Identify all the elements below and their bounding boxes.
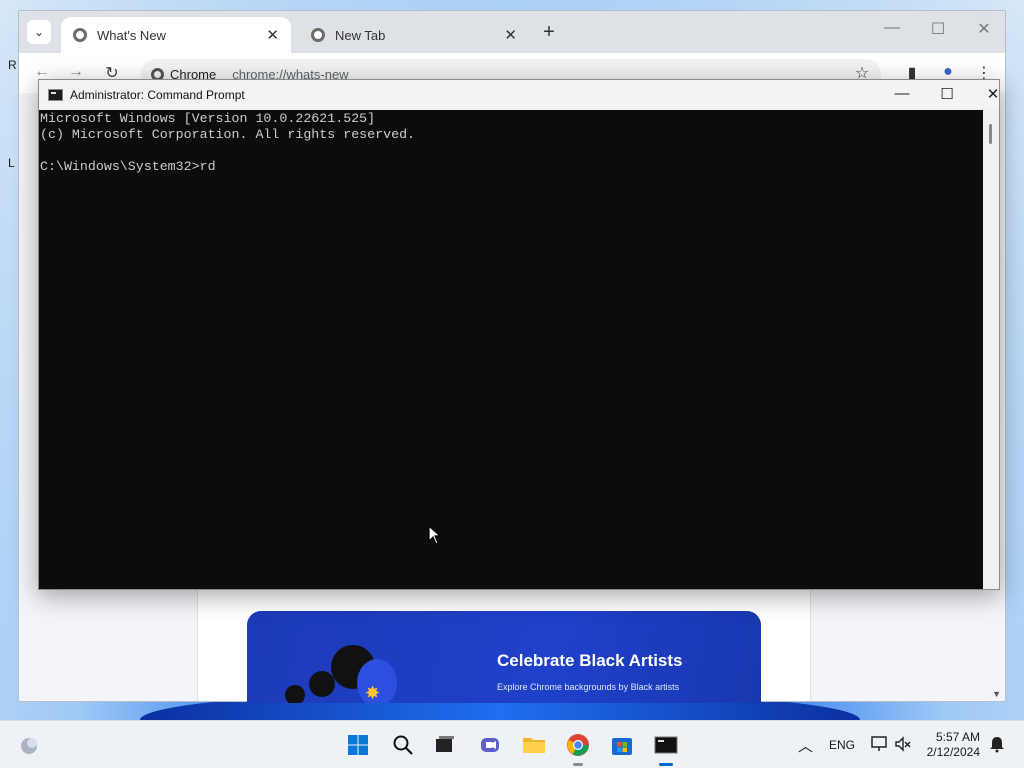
search-button[interactable] bbox=[390, 732, 416, 758]
terminal-icon bbox=[654, 736, 678, 754]
volume-muted-icon bbox=[895, 736, 911, 752]
chrome-icon bbox=[73, 28, 87, 42]
maximize-button[interactable]: ☐ bbox=[923, 19, 953, 39]
tab-label: What's New bbox=[97, 27, 166, 43]
clock-time: 5:57 AM bbox=[935, 730, 980, 744]
plus-icon: + bbox=[543, 21, 555, 43]
desktop-icon-label[interactable]: L bbox=[8, 156, 15, 170]
chrome-icon bbox=[567, 734, 589, 756]
chevron-up-icon: ︿ bbox=[798, 738, 814, 755]
arrow-left-icon: ← bbox=[34, 63, 50, 80]
cmd-window-title: Administrator: Command Prompt bbox=[70, 88, 245, 102]
scroll-down-arrow[interactable]: ▼ bbox=[992, 689, 1001, 699]
console-prompt-line: C:\Windows\System32>rd bbox=[40, 159, 216, 174]
store-button[interactable] bbox=[609, 732, 635, 758]
language-indicator[interactable]: ENG bbox=[829, 738, 855, 752]
tab-label: New Tab bbox=[335, 27, 386, 43]
show-hidden-icons-button[interactable]: ︿ bbox=[798, 735, 813, 756]
chat-icon bbox=[481, 738, 499, 752]
art-blob bbox=[285, 685, 305, 703]
close-icon: ✕ bbox=[986, 86, 1000, 103]
network-button[interactable] bbox=[870, 735, 888, 756]
tab-search-button[interactable]: ⌄ bbox=[27, 20, 51, 44]
promo-banner[interactable]: ✸ Celebrate Black Artists Explore Chrome… bbox=[247, 611, 761, 703]
cmd-maximize-button[interactable]: ☐ bbox=[932, 85, 962, 103]
tab-strip: ⌄ What's New ✕ New Tab ✕ + — ☐ ✕ bbox=[19, 11, 1005, 53]
store-icon bbox=[612, 738, 632, 755]
desktop-icon-label[interactable]: R bbox=[8, 58, 17, 72]
art-blob bbox=[309, 671, 335, 697]
scrollbar-thumb[interactable] bbox=[989, 124, 992, 144]
arrow-right-icon: → bbox=[68, 63, 84, 80]
maximize-icon: ☐ bbox=[930, 21, 946, 38]
command-prompt-window: Administrator: Command Prompt — ☐ ✕ Micr… bbox=[38, 79, 1000, 590]
minimize-icon: — bbox=[894, 85, 910, 102]
chrome-taskbar-button[interactable] bbox=[565, 732, 591, 766]
console-line: (c) Microsoft Corporation. All rights re… bbox=[40, 127, 416, 142]
new-tab-button[interactable]: + bbox=[539, 21, 559, 44]
chrome-icon bbox=[311, 28, 325, 42]
task-view-button[interactable] bbox=[432, 732, 458, 758]
windows-logo-icon bbox=[348, 735, 368, 755]
cmd-minimize-button[interactable]: — bbox=[887, 85, 917, 102]
console-output[interactable]: Microsoft Windows [Version 10.0.22621.52… bbox=[39, 110, 984, 589]
notifications-button[interactable] bbox=[988, 735, 1006, 756]
notification-bell-icon bbox=[990, 737, 1004, 753]
volume-button[interactable] bbox=[894, 735, 912, 756]
search-icon bbox=[393, 735, 413, 755]
avatar-icon: ● bbox=[943, 63, 953, 80]
banner-subtitle: Explore Chrome backgrounds by Black arti… bbox=[497, 682, 680, 692]
folder-icon bbox=[523, 738, 545, 753]
weather-icon bbox=[21, 738, 37, 754]
tab-new-tab[interactable]: New Tab ✕ bbox=[299, 17, 529, 53]
close-window-button[interactable]: ✕ bbox=[969, 19, 999, 39]
taskbar: ︿ ENG 5:57 AM 2/12/2024 bbox=[0, 720, 1024, 768]
terminal-taskbar-button[interactable] bbox=[653, 732, 679, 766]
console-scrollbar[interactable] bbox=[983, 110, 999, 589]
close-icon[interactable]: ✕ bbox=[266, 26, 279, 44]
clock-date: 2/12/2024 bbox=[926, 745, 980, 759]
tab-whats-new[interactable]: What's New ✕ bbox=[61, 17, 291, 53]
minimize-icon: — bbox=[884, 19, 900, 36]
sparkle-icon: ✸ bbox=[365, 683, 381, 703]
cmd-title-bar[interactable]: Administrator: Command Prompt — ☐ ✕ bbox=[39, 80, 999, 110]
network-icon bbox=[871, 736, 887, 751]
minimize-button[interactable]: — bbox=[877, 19, 907, 37]
start-button[interactable] bbox=[345, 732, 371, 758]
maximize-icon: ☐ bbox=[940, 86, 954, 103]
chevron-down-icon: ⌄ bbox=[33, 25, 45, 39]
teams-chat-button[interactable] bbox=[477, 732, 503, 758]
close-icon: ✕ bbox=[977, 21, 991, 38]
file-explorer-button[interactable] bbox=[521, 732, 547, 758]
cmd-icon bbox=[48, 89, 63, 101]
cmd-close-button[interactable]: ✕ bbox=[978, 85, 1008, 103]
task-view-icon bbox=[436, 736, 454, 752]
close-icon[interactable]: ✕ bbox=[504, 26, 517, 44]
banner-title: Celebrate Black Artists bbox=[497, 651, 683, 670]
clock[interactable]: 5:57 AM 2/12/2024 bbox=[927, 730, 980, 760]
widgets-button[interactable] bbox=[16, 732, 42, 758]
console-line: Microsoft Windows [Version 10.0.22621.52… bbox=[40, 111, 376, 126]
